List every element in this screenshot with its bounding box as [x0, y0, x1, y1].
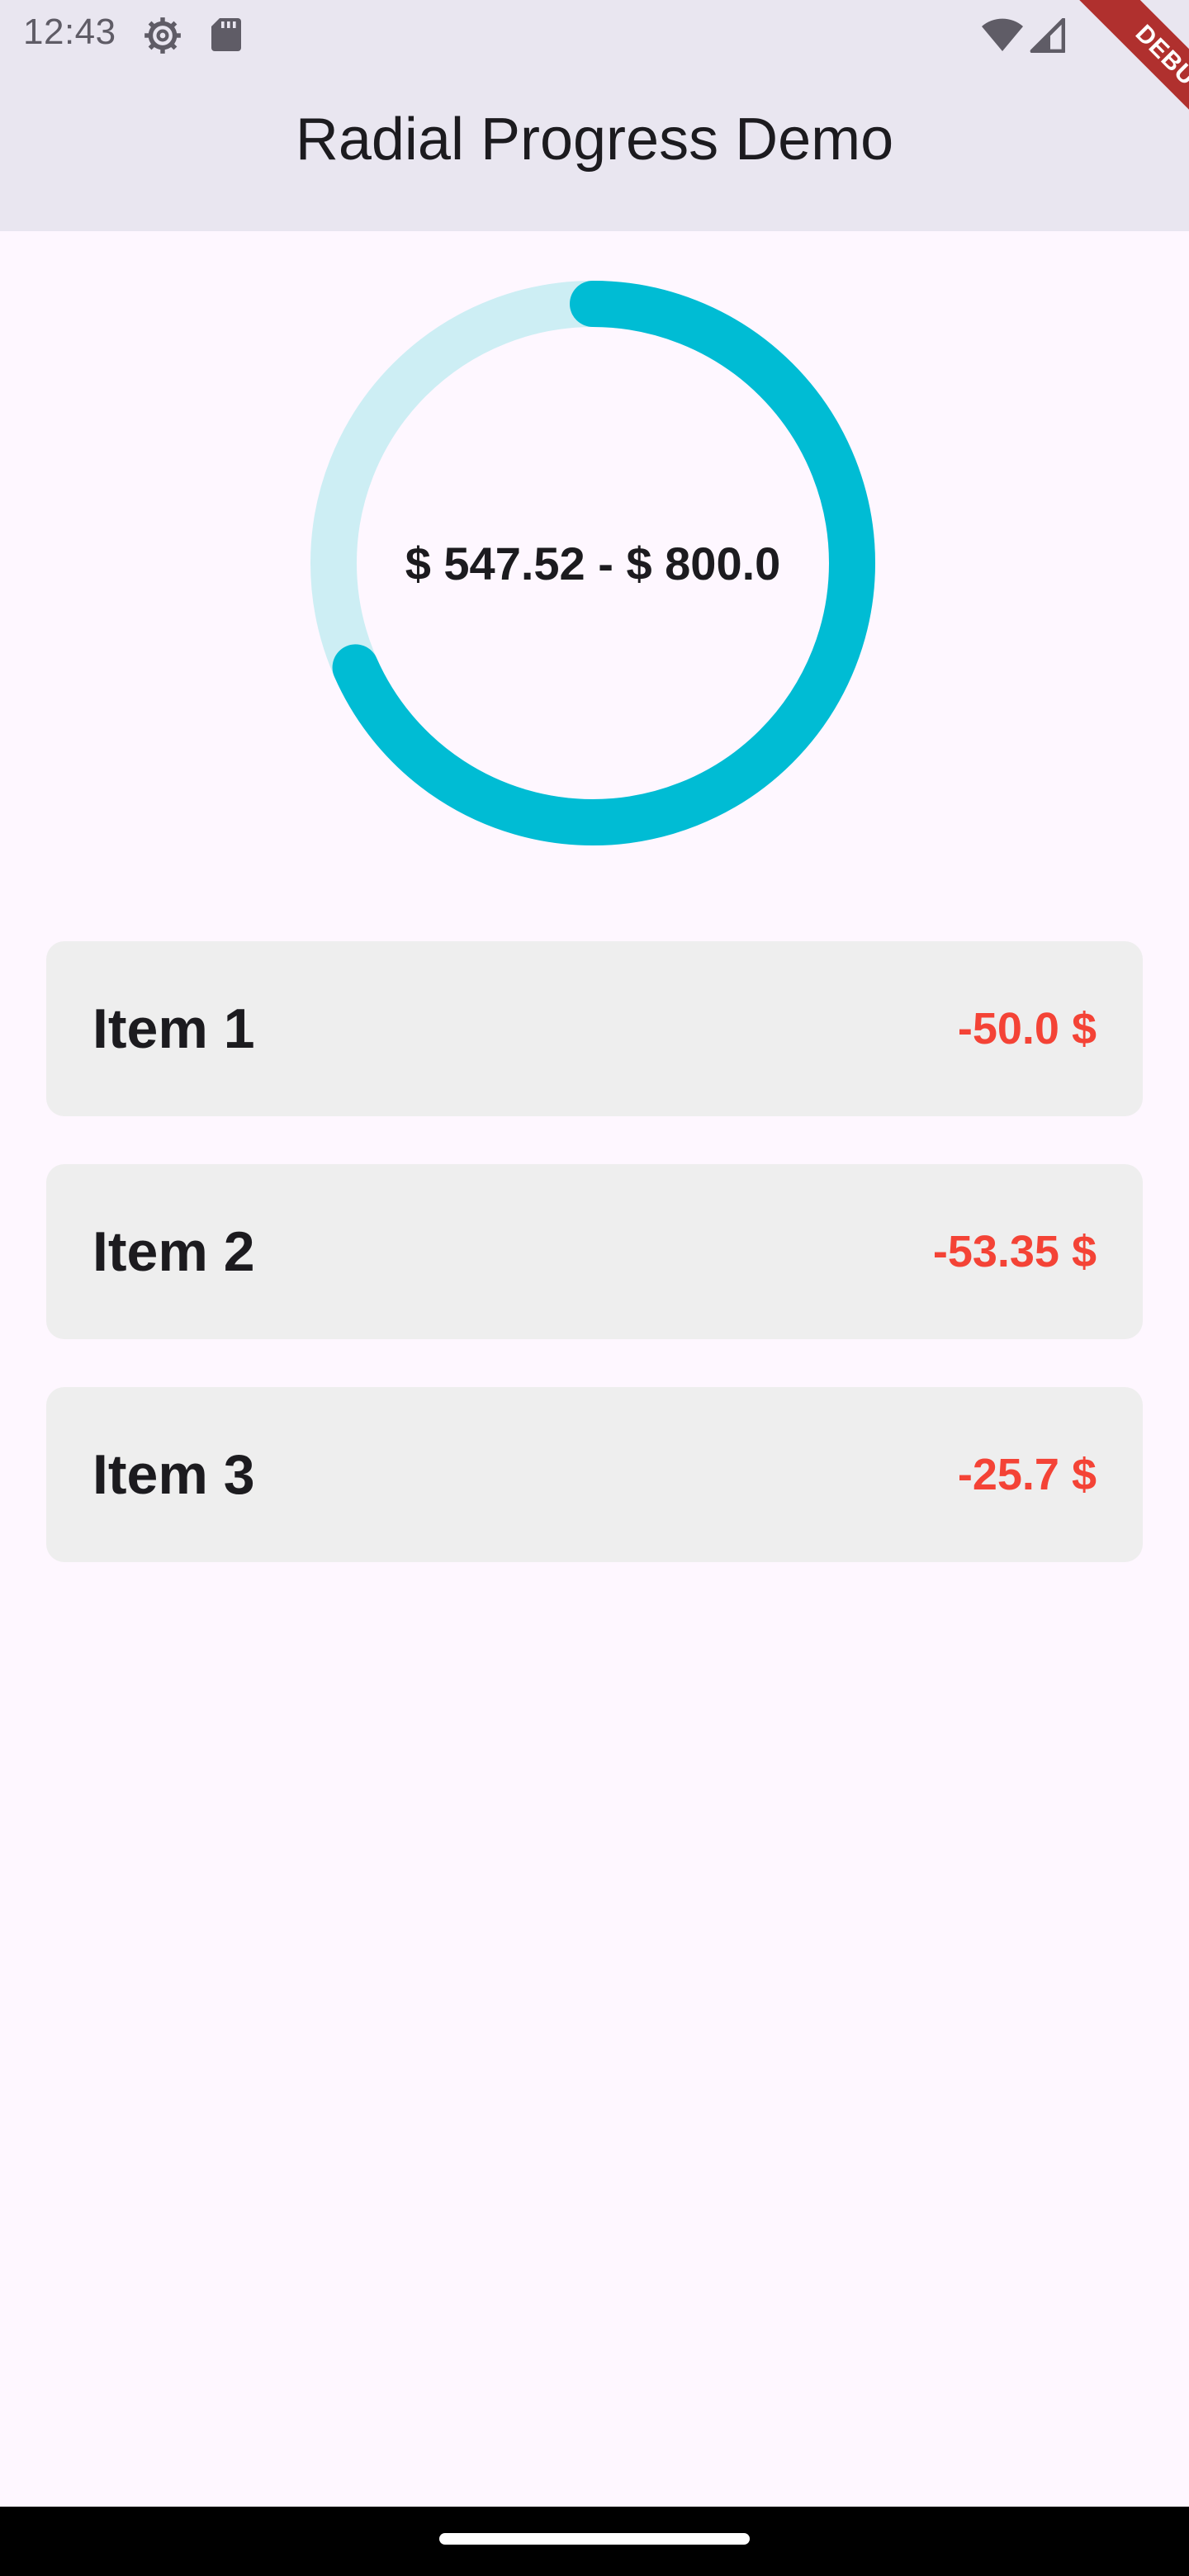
radial-progress-label: $ 547.52 - $ 800.0	[405, 537, 781, 590]
item-name: Item 1	[92, 997, 255, 1060]
item-name: Item 3	[92, 1443, 255, 1506]
settings-gear-icon	[144, 17, 181, 54]
status-bar: 12:43	[0, 0, 1189, 68]
debug-banner: DEBUG	[1024, 0, 1189, 165]
item-amount: -50.0 $	[957, 1004, 1097, 1054]
list-item[interactable]: Item 2 -53.35 $	[46, 1164, 1143, 1339]
wifi-icon	[982, 18, 1023, 51]
status-time: 12:43	[23, 12, 116, 52]
system-navigation-bar	[0, 2507, 1189, 2576]
sd-card-icon	[211, 18, 241, 51]
app-bar: Radial Progress Demo	[0, 68, 1189, 231]
item-name: Item 2	[92, 1220, 255, 1283]
app-title: Radial Progress Demo	[295, 107, 894, 173]
list-item[interactable]: Item 1 -50.0 $	[46, 941, 1143, 1116]
home-indicator[interactable]	[439, 2533, 750, 2545]
debug-label: DEBUG	[1063, 0, 1189, 165]
item-amount: -25.7 $	[957, 1450, 1097, 1499]
list-item[interactable]: Item 3 -25.7 $	[46, 1387, 1143, 1562]
item-amount: -53.35 $	[932, 1227, 1097, 1276]
